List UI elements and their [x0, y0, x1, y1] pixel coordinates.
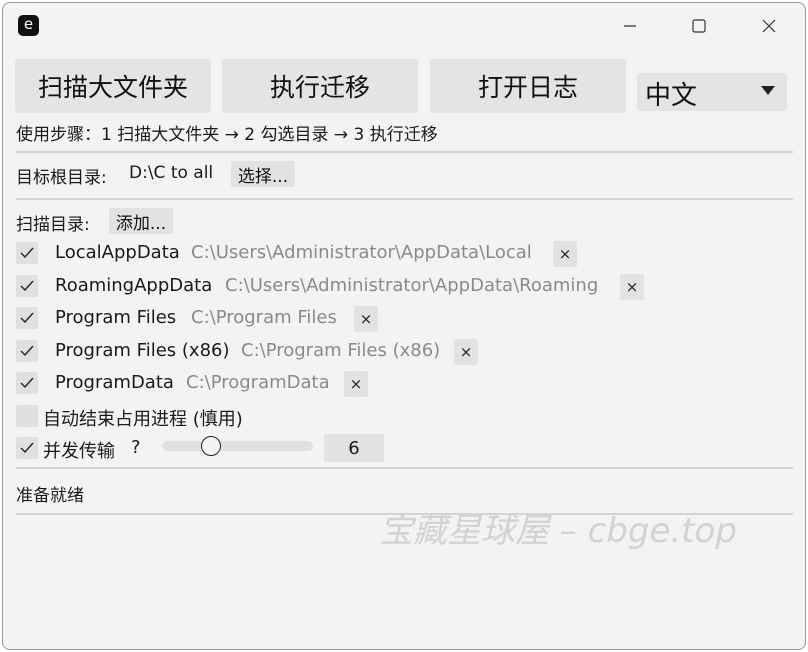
target-dir-label: 目标根目录:: [16, 168, 107, 188]
remove-dir-button[interactable]: ×: [344, 371, 368, 397]
dir-path: C:\Users\Administrator\AppData\Local: [191, 242, 532, 263]
dir-path: C:\Users\Administrator\AppData\Roaming: [225, 275, 599, 296]
divider: [16, 467, 793, 469]
language-value: 中文: [645, 81, 698, 111]
choose-target-button[interactable]: 选择...: [231, 161, 295, 187]
divider: [16, 198, 793, 200]
auto-kill-label: 自动结束占用进程 (慎用): [43, 409, 243, 430]
steps-text: 使用步骤：1 扫描大文件夹 → 2 勾选目录 → 3 执行迁移: [16, 125, 438, 145]
status-text: 准备就绪: [16, 486, 84, 506]
checkmark-icon: [20, 280, 34, 292]
dir-name: LocalAppData: [55, 242, 180, 263]
close-icon: [762, 19, 776, 33]
language-select[interactable]: 中文: [637, 73, 787, 111]
remove-dir-button[interactable]: ×: [354, 306, 378, 332]
slider-thumb[interactable]: [201, 436, 222, 456]
remove-dir-button[interactable]: ×: [553, 241, 577, 267]
checkmark-icon: [20, 247, 34, 259]
dir-checkbox[interactable]: [16, 275, 38, 297]
app-icon: e: [18, 15, 39, 36]
dir-path: C:\Program Files: [191, 307, 337, 328]
dir-path: C:\ProgramData: [186, 372, 330, 393]
close-button[interactable]: [754, 11, 784, 41]
add-dir-button[interactable]: 添加...: [109, 208, 173, 234]
remove-dir-button[interactable]: ×: [620, 274, 644, 300]
checkmark-icon: [20, 345, 34, 357]
dir-checkbox[interactable]: [16, 242, 38, 264]
concurrency-label: 并发传输: [43, 441, 115, 462]
remove-dir-button[interactable]: ×: [454, 339, 478, 365]
dir-checkbox[interactable]: [16, 307, 38, 329]
open-log-button[interactable]: 打开日志: [430, 59, 626, 113]
app-window: e 扫描大文件夹 执行迁移 打开日志 中文 使用步骤：1 扫描大文件夹 → 2 …: [2, 2, 806, 650]
chevron-down-icon: [761, 86, 775, 95]
dir-checkbox[interactable]: [16, 372, 38, 394]
checkmark-icon: [20, 312, 34, 324]
dir-name: Program Files: [55, 307, 177, 328]
scan-dirs-label: 扫描目录:: [16, 215, 90, 235]
title-bar: e: [3, 3, 805, 47]
maximize-icon: [692, 19, 706, 33]
dir-name: RoamingAppData: [55, 275, 213, 296]
target-dir-value: D:\C to all: [129, 163, 214, 183]
dir-checkbox[interactable]: [16, 340, 38, 362]
watermark: 宝藏星球屋 – cbge.top: [379, 511, 737, 551]
checkmark-icon: [20, 377, 34, 389]
dir-path: C:\Program Files (x86): [241, 340, 441, 361]
dir-name: Program Files (x86): [55, 340, 230, 361]
concurrency-slider[interactable]: [162, 441, 313, 451]
migrate-button[interactable]: 执行迁移: [222, 59, 418, 113]
concurrency-value[interactable]: 6: [324, 434, 384, 462]
minimize-icon: [624, 25, 636, 27]
minimize-button[interactable]: [615, 11, 645, 41]
auto-kill-checkbox[interactable]: [16, 405, 38, 427]
scan-button[interactable]: 扫描大文件夹: [15, 59, 211, 113]
help-icon[interactable]: ?: [131, 437, 141, 458]
dir-name: ProgramData: [55, 372, 174, 393]
divider: [16, 151, 793, 153]
checkmark-icon: [20, 442, 34, 454]
concurrency-checkbox[interactable]: [16, 437, 38, 459]
maximize-button[interactable]: [684, 11, 714, 41]
